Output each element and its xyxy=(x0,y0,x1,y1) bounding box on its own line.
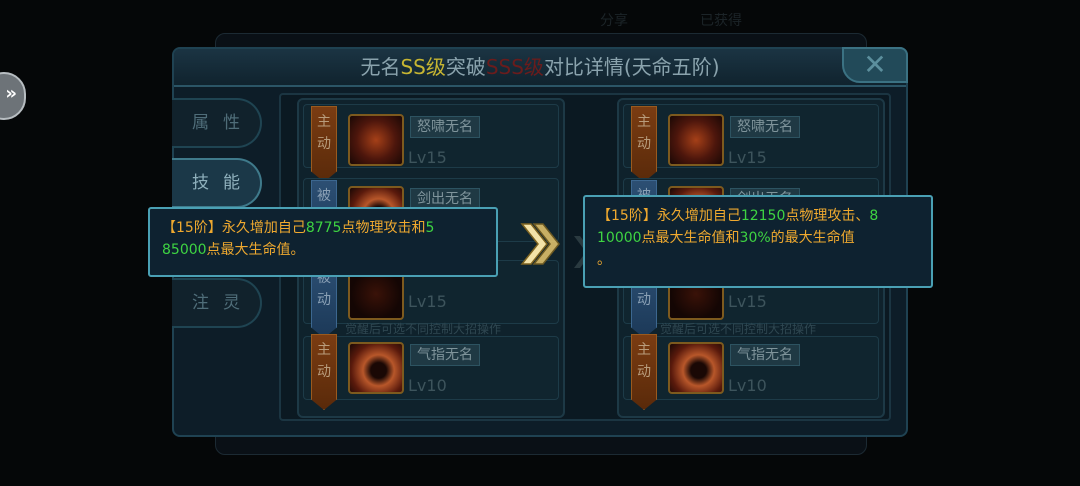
skill-type-ribbon: 主动 xyxy=(311,106,337,182)
close-button[interactable]: ✕ xyxy=(842,47,908,83)
title-hero-name: 无名 xyxy=(360,55,401,79)
hp-value-part2: 85000 xyxy=(162,242,207,258)
swirl-icon[interactable] xyxy=(668,342,724,394)
title-suffix: 对比详情(天命五阶) xyxy=(543,55,720,79)
background-text: 已获得 xyxy=(700,13,742,29)
fire-burst-icon[interactable] xyxy=(668,114,724,166)
attack-value: 8775 xyxy=(305,220,342,236)
skill-type-ribbon: 主动 xyxy=(311,334,337,410)
awakening-note: 觉醒后可选不同控制大招操作 xyxy=(345,322,502,336)
title-sss-rank: SSS级 xyxy=(485,55,544,79)
attack-value: 12150 xyxy=(740,208,786,224)
title-ss-rank: SS级 xyxy=(400,55,446,79)
double-chevron-right-icon: » xyxy=(5,83,17,104)
before-effect-tooltip: 【15阶】永久增加自己8775点物理攻击和5 85000点最大生命值。 xyxy=(148,207,498,277)
skill-type-label: 主动 xyxy=(317,342,331,380)
skill-level: Lv15 xyxy=(408,148,447,167)
skill-level: Lv15 xyxy=(728,148,767,167)
dialog-title: 无名SS级突破SSS级对比详情(天命五阶) xyxy=(174,51,906,83)
tooltip-text: 点物理攻击和 xyxy=(341,220,426,236)
hp-value-part1: 5 xyxy=(425,220,435,236)
skill-level: Lv15 xyxy=(408,292,447,311)
tab-attributes[interactable]: 属性 xyxy=(172,98,262,148)
tooltip-text: 【15阶】永久增加自己 xyxy=(162,220,306,236)
close-x-icon: ✕ xyxy=(863,48,887,81)
tooltip-text: 点最大生命值。 xyxy=(206,242,305,258)
title-breakthrough: 突破 xyxy=(445,55,486,79)
hp-percent-value: 30% xyxy=(739,230,771,246)
background-text: 分享 xyxy=(600,13,628,29)
after-effect-tooltip: 【15阶】永久增加自己12150点物理攻击、8 10000点最大生命值和30%的最… xyxy=(583,195,933,288)
awakening-note: 觉醒后可选不同控制大招操作 xyxy=(660,322,817,336)
skill-name: 怒啸无名 xyxy=(410,116,480,138)
tooltip-text: 点物理攻击、 xyxy=(785,208,870,224)
swirl-icon[interactable] xyxy=(348,342,404,394)
skill-name: 怒啸无名 xyxy=(730,116,800,138)
skill-name: 气指无名 xyxy=(410,344,480,366)
tab-skills[interactable]: 技能 xyxy=(172,158,262,208)
hp-value-part1: 8 xyxy=(869,208,879,224)
double-chevron-right-icon xyxy=(520,223,560,265)
tooltip-text: 。 xyxy=(597,252,611,268)
skill-level: Lv10 xyxy=(408,376,447,395)
skill-level: Lv10 xyxy=(728,376,767,395)
skill-type-label: 主动 xyxy=(637,114,651,152)
skill-type-label: 主动 xyxy=(637,342,651,380)
tooltip-text: 点最大生命值和 xyxy=(641,230,740,246)
hp-value-part2: 10000 xyxy=(597,230,642,246)
skill-name: 气指无名 xyxy=(730,344,800,366)
fire-burst-icon[interactable] xyxy=(348,114,404,166)
tab-infuse-spirit[interactable]: 注灵 xyxy=(172,278,262,328)
tooltip-text: 【15阶】永久增加自己 xyxy=(597,208,741,224)
skill-type-ribbon: 主动 xyxy=(631,106,657,182)
tooltip-text: 的最大生命值 xyxy=(770,230,855,246)
skill-type-ribbon: 主动 xyxy=(631,334,657,410)
skill-type-label: 主动 xyxy=(317,114,331,152)
skill-level: Lv15 xyxy=(728,292,767,311)
side-expand-button[interactable]: » xyxy=(0,72,26,120)
